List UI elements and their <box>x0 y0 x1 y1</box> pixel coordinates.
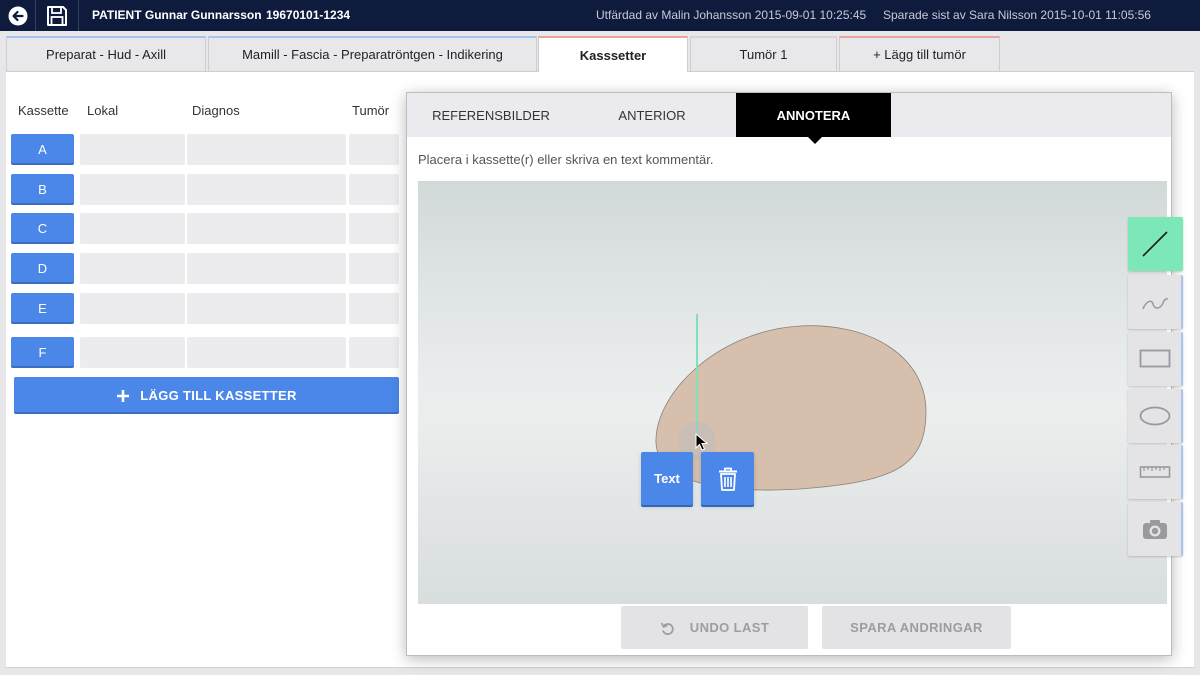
active-tab-caret <box>808 137 822 144</box>
line-tool-button[interactable] <box>1128 217 1183 271</box>
ruler-tool-button[interactable] <box>1128 445 1183 499</box>
tumor-cell[interactable] <box>349 213 399 244</box>
save-changes-label: SPARA ANDRINGAR <box>850 620 983 635</box>
diagnos-cell[interactable] <box>187 174 346 205</box>
last-saved-info: Sparade sist av Sara Nilsson 2015-10-01 … <box>883 8 1151 22</box>
column-header-tumor: Tumör <box>352 103 390 118</box>
issued-by-info: Utfärdad av Malin Johansson 2015-09-01 1… <box>596 8 867 22</box>
ellipse-tool-button[interactable] <box>1128 389 1183 443</box>
back-arrow-icon <box>8 6 27 25</box>
cassette-button[interactable]: D <box>11 253 74 284</box>
rectangle-icon <box>1139 349 1170 368</box>
save-changes-button[interactable]: SPARA ANDRINGAR <box>822 606 1011 649</box>
tab-annotera[interactable]: ANNOTERA <box>736 93 891 137</box>
cassette-row: F <box>11 337 399 368</box>
cassette-button[interactable]: C <box>11 213 74 244</box>
tumor-cell[interactable] <box>349 337 399 368</box>
add-text-button[interactable]: Text <box>641 452 693 505</box>
toolbar-divider <box>78 0 79 31</box>
cassette-row: E <box>11 293 399 324</box>
annotation-drawing <box>655 314 927 491</box>
cassette-row: A <box>11 134 399 165</box>
diagnos-cell[interactable] <box>187 253 346 284</box>
lokal-cell[interactable] <box>80 174 185 205</box>
freehand-tool-button[interactable] <box>1128 275 1183 329</box>
diagnos-cell[interactable] <box>187 337 346 368</box>
tumor-cell[interactable] <box>349 253 399 284</box>
patient-name: PATIENT Gunnar Gunnarsson <box>92 8 262 22</box>
tab-add-tumor[interactable]: + Lägg till tumör <box>839 36 1000 71</box>
cassette-button[interactable]: E <box>11 293 74 324</box>
undo-icon <box>660 622 674 635</box>
ruler-icon <box>1139 466 1170 478</box>
lokal-cell[interactable] <box>80 134 185 165</box>
tab-mamill-fascia[interactable]: Mamill - Fascia - Preparatröntgen - Indi… <box>208 36 537 71</box>
lokal-cell[interactable] <box>80 293 185 324</box>
add-cassette-label: LÄGG TILL KASSETTER <box>140 388 297 403</box>
lokal-cell[interactable] <box>80 337 185 368</box>
lokal-cell[interactable] <box>80 213 185 244</box>
patient-id: 19670101-1234 <box>266 8 351 22</box>
tab-tumor-1[interactable]: Tumör 1 <box>690 36 837 71</box>
camera-tool-button[interactable] <box>1128 502 1183 556</box>
panel-tab-bar: REFERENSBILDER ANTERIOR ANNOTERA <box>407 93 1171 137</box>
column-header-kassette: Kassette <box>18 103 69 118</box>
annotation-panel: REFERENSBILDER ANTERIOR ANNOTERA Placera… <box>406 92 1172 656</box>
cassette-row: C <box>11 213 399 244</box>
mouse-pointer-icon <box>695 433 709 451</box>
diagnos-cell[interactable] <box>187 293 346 324</box>
column-header-diagnos: Diagnos <box>192 103 240 118</box>
undo-last-label: UNDO LAST <box>689 620 770 635</box>
top-bar: PATIENT Gunnar Gunnarsson 19670101-1234 … <box>0 0 1200 31</box>
ellipse-icon <box>1139 406 1170 426</box>
cassette-button[interactable]: B <box>11 174 74 205</box>
lokal-cell[interactable] <box>80 253 185 284</box>
diagnos-cell[interactable] <box>187 134 346 165</box>
cassette-row: D <box>11 253 399 284</box>
add-cassette-button[interactable]: LÄGG TILL KASSETTER <box>14 377 399 414</box>
tumor-cell[interactable] <box>349 134 399 165</box>
annotation-canvas[interactable]: Text <box>418 181 1167 604</box>
cassette-row: B <box>11 174 399 205</box>
floppy-disk-icon <box>47 5 67 26</box>
freehand-squiggle-icon <box>1141 298 1168 310</box>
tumor-cell[interactable] <box>349 174 399 205</box>
tab-anterior[interactable]: ANTERIOR <box>577 93 727 137</box>
trash-icon <box>718 467 737 491</box>
camera-icon <box>1142 520 1167 539</box>
delete-annotation-button[interactable] <box>701 452 754 505</box>
tab-preparat-hud-axill[interactable]: Preparat - Hud - Axill <box>6 36 206 71</box>
cassette-button[interactable]: A <box>11 134 74 165</box>
plus-icon <box>117 389 130 402</box>
tab-referensbilder[interactable]: REFERENSBILDER <box>407 93 575 137</box>
save-button[interactable] <box>36 0 78 31</box>
diagnos-cell[interactable] <box>187 213 346 244</box>
cassette-button[interactable]: F <box>11 337 74 368</box>
rectangle-tool-button[interactable] <box>1128 332 1183 386</box>
undo-last-button[interactable]: UNDO LAST <box>621 606 808 649</box>
back-button[interactable] <box>0 0 35 31</box>
instruction-text: Placera i kassette(r) eller skriva en te… <box>418 152 714 167</box>
line-icon <box>1141 231 1168 257</box>
column-header-lokal: Lokal <box>87 103 119 118</box>
tumor-cell[interactable] <box>349 293 399 324</box>
tab-kassetter[interactable]: Kasssetter <box>538 36 688 72</box>
